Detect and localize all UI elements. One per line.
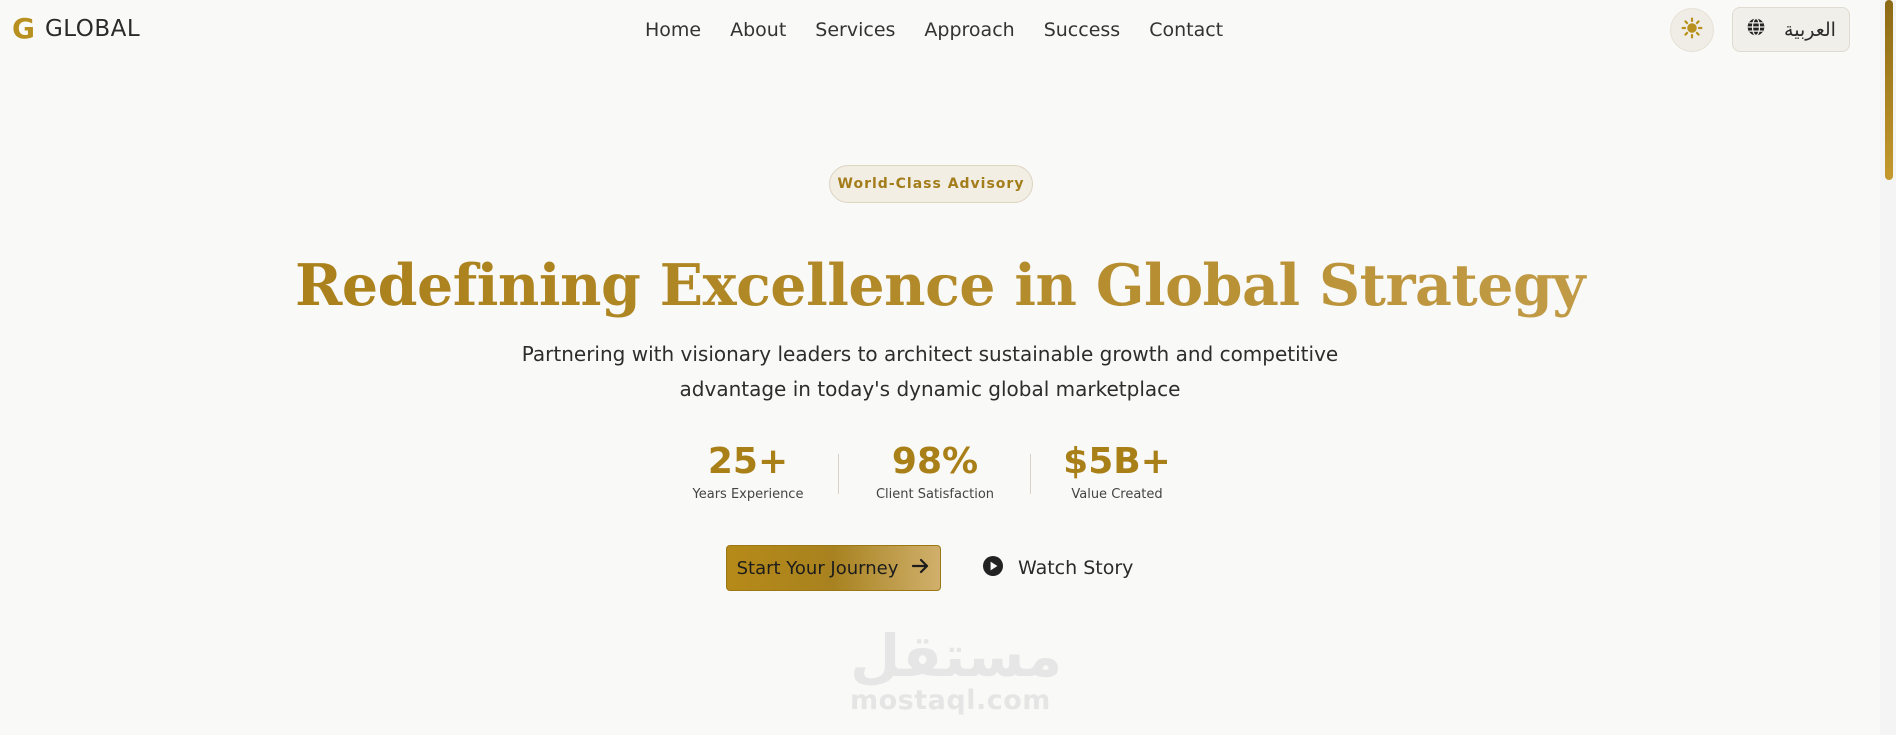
logo[interactable]: G GLOBAL xyxy=(12,14,140,44)
stat-divider xyxy=(838,454,839,494)
nav-services[interactable]: Services xyxy=(815,18,895,42)
hero-subtitle: Partnering with visionary leaders to arc… xyxy=(520,337,1340,407)
nav-about[interactable]: About xyxy=(730,18,786,42)
mostaql-watermark: مستقل mostaql.com xyxy=(850,622,1063,726)
language-label: العربية xyxy=(1784,18,1836,41)
watermark-latin: mostaql.com xyxy=(850,685,1051,716)
language-switch-button[interactable]: العربية xyxy=(1732,7,1850,52)
stat-value: 25+ xyxy=(707,441,789,482)
hero-subtitle-line-2: advantage in today's dynamic global mark… xyxy=(679,377,1181,401)
stat-divider xyxy=(1030,454,1031,494)
arrow-right-icon xyxy=(912,558,930,579)
watermark-arabic: مستقل xyxy=(850,622,1063,690)
stats-row: 25+ Years Experience 98% Client Satisfac… xyxy=(0,440,1880,510)
page-scrollbar[interactable] xyxy=(1880,0,1896,735)
stat-value: $5B+ xyxy=(1063,441,1171,482)
scrollbar-thumb[interactable] xyxy=(1885,0,1893,180)
hero-subtitle-line-1: Partnering with visionary leaders to arc… xyxy=(521,342,1339,366)
logo-mark: G xyxy=(12,12,35,45)
nav-success[interactable]: Success xyxy=(1044,18,1120,42)
stat-label: Years Experience xyxy=(692,487,804,502)
stat-experience: 25+ Years Experience xyxy=(688,440,808,504)
start-journey-label: Start Your Journey xyxy=(736,557,899,579)
stat-label: Client Satisfaction xyxy=(875,487,995,502)
watch-story-button[interactable]: Watch Story xyxy=(982,552,1133,584)
globe-icon xyxy=(1746,17,1766,42)
hero-badge-text: World-Class Advisory xyxy=(837,176,1025,192)
stat-satisfaction: 98% Client Satisfaction xyxy=(870,440,1000,504)
play-circle-icon xyxy=(982,555,1004,582)
hero-badge: World-Class Advisory xyxy=(829,165,1033,203)
main-nav: Home About Services Approach Success Con… xyxy=(645,18,1223,42)
logo-text: GLOBAL xyxy=(44,16,141,42)
nav-approach[interactable]: Approach xyxy=(924,18,1014,42)
stat-label: Value Created xyxy=(1071,487,1163,502)
stat-value: 98% xyxy=(891,441,979,482)
nav-home[interactable]: Home xyxy=(645,18,701,42)
site-header: G GLOBAL Home About Services Approach Su… xyxy=(0,0,1880,62)
sun-icon xyxy=(1681,17,1703,44)
stat-value-created: $5B+ Value Created xyxy=(1057,440,1177,504)
start-journey-button[interactable]: Start Your Journey xyxy=(726,545,941,591)
watch-story-label: Watch Story xyxy=(1018,557,1134,579)
hero-title: Redefining Excellence in Global Strategy xyxy=(0,246,1880,326)
nav-contact[interactable]: Contact xyxy=(1149,18,1223,42)
theme-toggle-button[interactable] xyxy=(1670,8,1714,52)
